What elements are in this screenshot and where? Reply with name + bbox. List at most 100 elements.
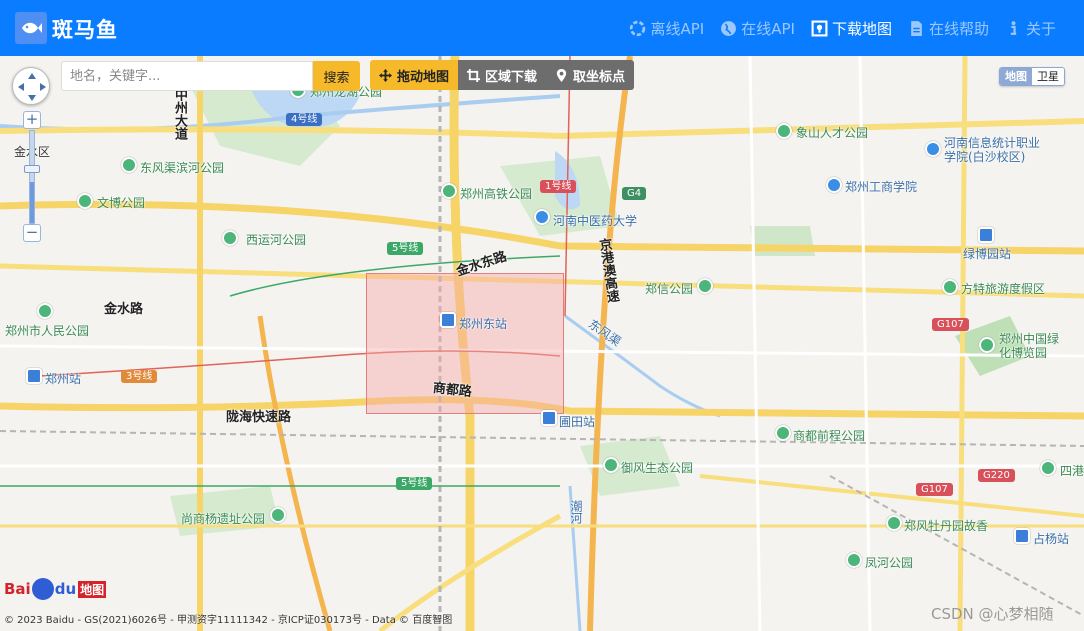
baidu-logo-du: du xyxy=(54,580,77,598)
info-icon xyxy=(1010,20,1017,35)
park-poi-icon xyxy=(603,457,619,473)
map-type-map-button[interactable]: 地图 xyxy=(1000,68,1032,85)
pan-control[interactable] xyxy=(12,67,50,105)
nav-offline-api-label: 离线API xyxy=(650,19,705,38)
label-sigang: 四港 xyxy=(1060,464,1084,478)
park-poi-icon xyxy=(846,552,862,568)
label-peoples-park: 郑州市人民公园 xyxy=(5,324,90,338)
label-peony-garden: 郑风牡丹园故香 xyxy=(904,519,989,533)
map-type-satellite-button[interactable]: 卫星 xyxy=(1032,68,1064,85)
baidu-logo-ditu: 地图 xyxy=(78,580,107,598)
label-zhengxin-park: 郑信公园 xyxy=(645,282,694,296)
nav-online-api-label: 在线API xyxy=(741,19,795,38)
nav-download-map-label: 下载地图 xyxy=(831,19,892,38)
search-button[interactable]: 搜索 xyxy=(313,61,360,91)
nav-about[interactable]: 关于 xyxy=(1005,18,1056,39)
pick-coordinate-button[interactable]: 取坐标点 xyxy=(546,60,635,90)
search-input[interactable] xyxy=(61,61,313,91)
zoom-slider-track[interactable] xyxy=(29,130,35,224)
map-download-icon xyxy=(811,20,828,36)
label-xiyun-park: 西运河公园 xyxy=(246,233,307,247)
school-poi-icon xyxy=(826,177,842,193)
nav-online-api[interactable]: 在线API xyxy=(720,18,795,39)
park-poi-icon xyxy=(776,123,792,139)
label-putian-station: 圃田站 xyxy=(559,415,596,429)
top-nav: 离线API 在线API 下载地图 在线帮助 关于 xyxy=(629,0,1056,56)
nav-download-map[interactable]: 下载地图 xyxy=(811,18,892,39)
label-zhongzhou-ave: 中州大道 xyxy=(172,88,187,140)
label-zhengzhou-station: 郑州站 xyxy=(45,372,82,386)
park-poi-icon xyxy=(270,507,286,523)
zoom-slider-thumb[interactable] xyxy=(24,165,40,173)
station-poi-icon xyxy=(440,312,456,328)
nav-offline-api[interactable]: 离线API xyxy=(629,18,704,39)
park-poi-icon xyxy=(775,425,791,441)
label-shangdu-rd: 商都路 xyxy=(432,380,473,400)
label-greening-expo: 郑州中国绿化博览园 xyxy=(999,332,1060,360)
park-poi-icon xyxy=(979,337,995,353)
label-henan-stats-college: 河南信息统计职业学院(白沙校区) xyxy=(944,136,1041,164)
globe-icon xyxy=(721,20,737,36)
drag-map-label: 拖动地图 xyxy=(397,69,450,85)
map-toolbar: 拖动地图 区域下载 取坐标点 xyxy=(370,60,635,90)
badge-line4: 4号线 xyxy=(286,113,323,126)
pick-coordinate-label: 取坐标点 xyxy=(573,69,626,85)
map-copyright: © 2023 Baidu - GS(2021)6026号 - 甲测资字11111… xyxy=(4,615,453,626)
park-poi-icon xyxy=(37,303,53,319)
offline-api-icon xyxy=(630,20,646,36)
region-download-label: 区域下载 xyxy=(485,69,538,85)
station-poi-icon xyxy=(26,368,42,384)
label-dongfeng-canal-park: 东风渠滨河公园 xyxy=(140,161,225,175)
park-poi-icon xyxy=(942,279,958,295)
drag-map-button[interactable]: 拖动地图 xyxy=(370,60,459,90)
nav-online-help[interactable]: 在线帮助 xyxy=(908,18,989,39)
map-type-switch: 地图 卫星 xyxy=(999,67,1065,86)
nav-about-label: 关于 xyxy=(1025,19,1056,38)
badge-line5-top: 5号线 xyxy=(387,242,424,255)
move-icon xyxy=(379,68,392,82)
park-poi-icon xyxy=(121,157,137,173)
park-poi-icon xyxy=(222,230,238,246)
park-poi-icon xyxy=(1040,460,1056,476)
label-fenghe-park: 凤河公园 xyxy=(865,556,914,570)
crop-icon xyxy=(467,68,481,82)
park-poi-icon xyxy=(697,278,713,294)
park-poi-icon xyxy=(77,193,93,209)
badge-g4: G4 xyxy=(622,187,647,200)
badge-g107-bottom: G107 xyxy=(916,483,953,496)
park-poi-icon xyxy=(441,183,457,199)
badge-line3: 3号线 xyxy=(121,370,158,383)
station-poi-icon xyxy=(1014,528,1030,544)
nav-online-help-label: 在线帮助 xyxy=(928,19,989,38)
label-jinshui-rd: 金水路 xyxy=(104,302,144,317)
label-xiangshan-park: 象山人才公园 xyxy=(796,126,869,140)
label-zhanyang-station: 占杨站 xyxy=(1033,532,1070,546)
document-icon xyxy=(911,20,922,36)
label-yufeng-park: 御风生态公园 xyxy=(621,461,694,475)
zoom-out-button[interactable]: − xyxy=(23,224,41,242)
school-poi-icon xyxy=(925,141,941,157)
csdn-watermark: CSDN @心梦相随 xyxy=(931,605,1054,623)
label-chaohu: 潮河 xyxy=(569,500,583,524)
region-download-button[interactable]: 区域下载 xyxy=(458,60,547,90)
map-canvas[interactable]: 金水区 中州大道 郑州龙湖公园 4号线 象山人才公园 河南信息统计职业学院(白沙… xyxy=(0,56,1084,631)
fish-logo-icon[interactable] xyxy=(15,12,47,44)
zoom-in-button[interactable]: + xyxy=(23,111,41,129)
station-poi-icon xyxy=(978,227,994,243)
label-lvbo-station: 绿博园站 xyxy=(963,247,1012,261)
label-qiancheng-park: 商都前程公园 xyxy=(793,429,866,443)
station-poi-icon xyxy=(541,410,557,426)
badge-g107-top: G107 xyxy=(932,318,969,331)
map-marker-icon xyxy=(556,68,567,82)
label-shangcheng-ruins-park: 尚商杨遗址公园 xyxy=(181,512,266,526)
badge-line5-bottom: 5号线 xyxy=(396,477,433,490)
label-longhai-expwy: 陇海快速路 xyxy=(226,410,292,425)
label-wenbo-park: 文博公园 xyxy=(97,196,146,210)
app-header: 斑马鱼 离线API 在线API 下载地图 在线帮助 关于 xyxy=(0,0,1084,56)
label-hsr-park: 郑州高铁公园 xyxy=(460,187,533,201)
brand-title[interactable]: 斑马鱼 xyxy=(52,14,118,44)
pan-arrows-icon xyxy=(18,73,46,101)
label-zhengzhou-east-station: 郑州东站 xyxy=(459,317,508,331)
label-business-college: 郑州工商学院 xyxy=(845,180,918,194)
label-fangte-resort: 方特旅游度假区 xyxy=(961,282,1046,296)
